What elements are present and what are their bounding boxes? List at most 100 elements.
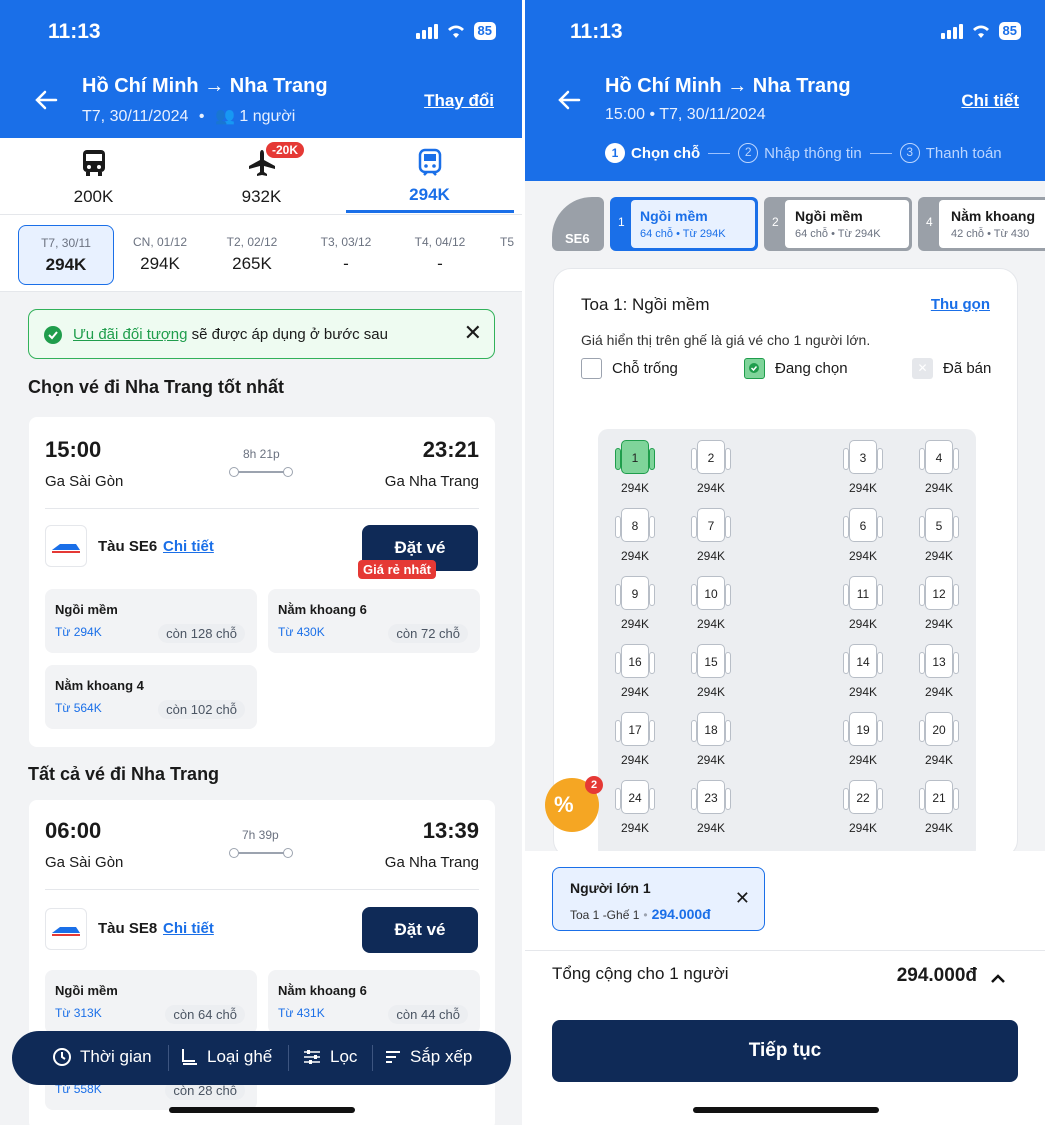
date-chip[interactable]: T4, 04/12 - bbox=[394, 235, 486, 274]
seat[interactable]: 12 294K bbox=[903, 576, 975, 642]
seat[interactable]: 17 294K bbox=[599, 712, 671, 778]
seat[interactable]: 9 294K bbox=[599, 576, 671, 642]
promo-floating-button[interactable]: % 2 bbox=[545, 776, 603, 832]
header: 11:13 85 Hồ Chí Minh → Nha Trang 15:00 •… bbox=[525, 0, 1045, 181]
search-results-screen: 11:13 85 Hồ Chí Minh → Nha Trang T7, 30/… bbox=[0, 0, 522, 1125]
sort-button[interactable]: Sắp xếp bbox=[384, 1047, 472, 1067]
seat-price: 294K bbox=[924, 549, 954, 563]
header: 11:13 85 Hồ Chí Minh → Nha Trang T7, 30/… bbox=[0, 0, 522, 138]
seat[interactable]: 23 294K bbox=[675, 780, 747, 846]
section-title-all: Tất cả vé đi Nha Trang bbox=[28, 764, 220, 784]
seat[interactable]: 3 294K bbox=[827, 440, 899, 506]
seat[interactable]: 22 294K bbox=[827, 780, 899, 846]
seat[interactable]: 13 294K bbox=[903, 644, 975, 710]
discount-badge: -20K bbox=[266, 142, 305, 158]
seat-price: 294K bbox=[696, 821, 726, 835]
seat[interactable]: 15 294K bbox=[675, 644, 747, 710]
back-arrow-icon[interactable] bbox=[32, 86, 60, 114]
back-arrow-icon[interactable] bbox=[555, 86, 583, 114]
seat-icon: 21 bbox=[919, 780, 959, 816]
seat[interactable]: 6 294K bbox=[827, 508, 899, 574]
seat-number: 6 bbox=[849, 508, 877, 542]
seat-number: 12 bbox=[925, 576, 953, 610]
tab-bus[interactable]: 200K bbox=[36, 148, 151, 207]
date-chip[interactable]: T3, 03/12 - bbox=[300, 235, 392, 274]
change-link[interactable]: Thay đổi bbox=[424, 91, 494, 111]
collapse-link[interactable]: Thu gọn bbox=[931, 296, 990, 313]
detail-link[interactable]: Chi tiết bbox=[961, 91, 1019, 111]
seat-number: 17 bbox=[621, 712, 649, 746]
filter-button[interactable]: Lọc bbox=[302, 1047, 357, 1067]
seat-number: 8 bbox=[621, 508, 649, 542]
date-chip[interactable]: CN, 01/12 294K bbox=[114, 235, 206, 274]
car-tab-selected[interactable]: 1 Ngồi mềm 64 chỗ • Từ 294K bbox=[610, 197, 758, 251]
seat-icon: 14 bbox=[843, 644, 883, 680]
filter-toolbar: Thời gian Loại ghế Lọc Sắp xếp bbox=[12, 1031, 511, 1085]
seat[interactable]: 8 294K bbox=[599, 508, 671, 574]
seat[interactable]: 16 294K bbox=[599, 644, 671, 710]
route-subtitle: 15:00 • T7, 30/11/2024 bbox=[605, 106, 766, 123]
seat[interactable]: 1 294K bbox=[599, 440, 671, 506]
promo-link[interactable]: Ưu đãi đối tượng bbox=[73, 326, 187, 343]
seat-number: 4 bbox=[925, 440, 953, 474]
detail-link[interactable]: Chi tiết bbox=[163, 920, 214, 937]
class-option[interactable]: Ngồi mềm Từ 294K còn 128 chỗ bbox=[45, 589, 257, 653]
seat-icon: 8 bbox=[615, 508, 655, 544]
seat[interactable]: 2 294K bbox=[675, 440, 747, 506]
seat-number: 3 bbox=[849, 440, 877, 474]
car-tab[interactable]: 2 Ngồi mềm 64 chỗ • Từ 294K bbox=[764, 197, 912, 251]
seat[interactable]: 20 294K bbox=[903, 712, 975, 778]
promo-banner: Ưu đãi đối tượng sẽ được áp dụng ở bước … bbox=[28, 309, 495, 359]
route-line bbox=[229, 848, 293, 858]
signal-icon bbox=[415, 23, 438, 39]
book-button[interactable]: Đặt vé bbox=[362, 907, 478, 953]
date-strip: T7, 30/11 294K CN, 01/12 294K T2, 02/12 … bbox=[0, 214, 522, 292]
time-filter-button[interactable]: Thời gian bbox=[52, 1047, 152, 1067]
class-option[interactable]: Nằm khoang 6 Từ 430K còn 72 chỗ bbox=[268, 589, 480, 653]
seat-number: 19 bbox=[849, 712, 877, 746]
seat-price: 294K bbox=[620, 821, 650, 835]
bottom-sheet: Người lớn 1 Toa 1 -Ghế 1 • 294.000đ ✕ Tổng… bbox=[525, 851, 1045, 1125]
seat-icon: 15 bbox=[691, 644, 731, 680]
trip-card[interactable]: 15:00 23:21 8h 21p Ga Sài Gòn Ga Nha Tra… bbox=[29, 417, 495, 747]
seat[interactable]: 4 294K bbox=[903, 440, 975, 506]
seat[interactable]: 7 294K bbox=[675, 508, 747, 574]
car-tab[interactable]: 4 Nằm khoang 42 chỗ • Từ 430 bbox=[918, 197, 1045, 251]
seat[interactable]: 19 294K bbox=[827, 712, 899, 778]
seat-icon: 17 bbox=[615, 712, 655, 748]
seat-icon: 7 bbox=[691, 508, 731, 544]
remove-icon[interactable]: ✕ bbox=[735, 888, 750, 909]
passenger-chip[interactable]: Người lớn 1 Toa 1 -Ghế 1 • 294.000đ ✕ bbox=[552, 867, 765, 931]
seat-price: 294K bbox=[848, 617, 878, 631]
seat[interactable]: 11 294K bbox=[827, 576, 899, 642]
seat[interactable]: 18 294K bbox=[675, 712, 747, 778]
seat[interactable]: 10 294K bbox=[675, 576, 747, 642]
seat-number: 7 bbox=[697, 508, 725, 542]
continue-button[interactable]: Tiếp tục bbox=[552, 1020, 1018, 1082]
seat[interactable]: 14 294K bbox=[827, 644, 899, 710]
seat[interactable]: 21 294K bbox=[903, 780, 975, 846]
detail-link[interactable]: Chi tiết bbox=[163, 538, 214, 555]
seat[interactable]: 24 294K bbox=[599, 780, 671, 846]
seat-price: 294K bbox=[848, 753, 878, 767]
date-chip-selected[interactable]: T7, 30/11 294K bbox=[18, 225, 114, 285]
seat-number: 18 bbox=[697, 712, 725, 746]
date-chip[interactable]: T5 bbox=[500, 235, 522, 249]
sliders-icon bbox=[304, 1050, 320, 1064]
transport-tabs: 200K 932K -20K 294K bbox=[0, 138, 522, 214]
tab-plane[interactable]: 932K -20K bbox=[204, 142, 319, 207]
class-option[interactable]: Nằm khoang 6 Từ 431K còn 44 chỗ bbox=[268, 970, 480, 1034]
class-option[interactable]: Ngồi mềm Từ 313K còn 64 chỗ bbox=[45, 970, 257, 1034]
seat-number: 22 bbox=[849, 780, 877, 814]
seat-icon: 24 bbox=[615, 780, 655, 816]
battery-icon: 85 bbox=[473, 22, 496, 40]
tab-train[interactable]: 294K bbox=[372, 148, 487, 205]
seat-type-filter-button[interactable]: Loại ghế bbox=[179, 1047, 272, 1067]
seat-icon: 4 bbox=[919, 440, 959, 476]
date-chip[interactable]: T2, 02/12 265K bbox=[206, 235, 298, 274]
chevron-up-icon[interactable] bbox=[989, 970, 1007, 988]
close-icon[interactable]: ✕ bbox=[464, 320, 482, 346]
class-option[interactable]: Nằm khoang 4 Từ 564K còn 102 chỗ bbox=[45, 665, 257, 729]
percent-icon: % bbox=[554, 792, 574, 817]
seat[interactable]: 5 294K bbox=[903, 508, 975, 574]
